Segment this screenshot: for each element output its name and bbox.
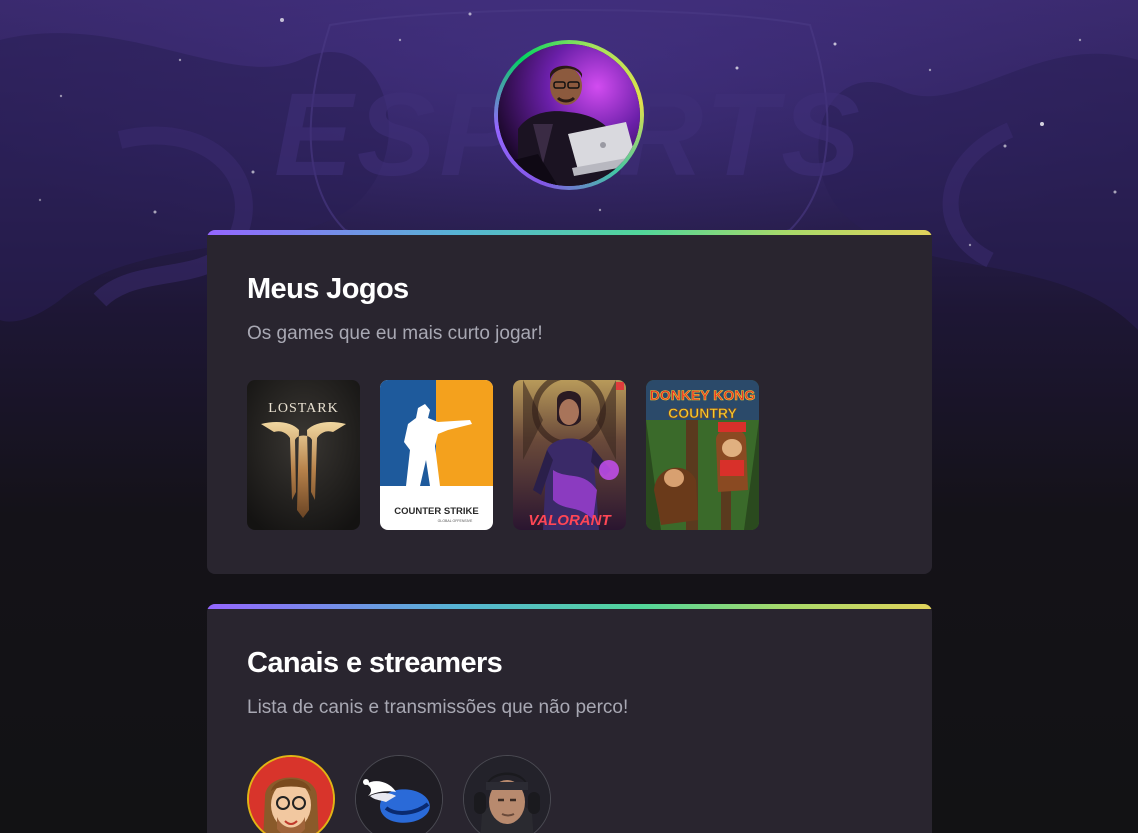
- games-list: LOSTARK COUNTER STRIKE GLOBAL OFFENSIVE: [247, 380, 892, 530]
- streamers-title: Canais e streamers: [247, 647, 503, 679]
- counter-strike-subtitle-text: GLOBAL OFFENSIVE: [438, 519, 473, 523]
- game-cover-valorant[interactable]: VALORANT: [513, 380, 626, 530]
- streamers-card: Canais e streamers Lista de canis e tran…: [207, 604, 932, 833]
- streamer-avatar-3[interactable]: [463, 755, 551, 833]
- games-subtitle: Os games que eu mais curto jogar!: [247, 323, 543, 344]
- valorant-logo-text: VALORANT: [528, 512, 612, 529]
- game-cover-counter-strike[interactable]: COUNTER STRIKE GLOBAL OFFENSIVE: [380, 380, 493, 530]
- streamers-subtitle: Lista de canis e transmissões que não pe…: [247, 697, 629, 718]
- profile-photo: [498, 44, 640, 186]
- donkey-kong-logo-text: DONKEY KONG: [650, 387, 756, 403]
- streamer-avatar-2[interactable]: [355, 755, 443, 833]
- lost-ark-logo-text: LOSTARK: [268, 401, 338, 416]
- game-cover-donkey-kong-country[interactable]: DONKEY KONG COUNTRY: [646, 380, 759, 530]
- games-card: Meus Jogos Os games que eu mais curto jo…: [207, 230, 932, 574]
- counter-strike-logo-text: COUNTER STRIKE: [394, 506, 478, 517]
- games-title: Meus Jogos: [247, 273, 409, 305]
- donkey-kong-country-text: COUNTRY: [668, 405, 737, 421]
- streamers-list: [247, 755, 892, 833]
- profile-avatar[interactable]: [494, 40, 644, 190]
- game-cover-lost-ark[interactable]: LOSTARK: [247, 380, 360, 530]
- streamer-avatar-1[interactable]: [247, 755, 335, 833]
